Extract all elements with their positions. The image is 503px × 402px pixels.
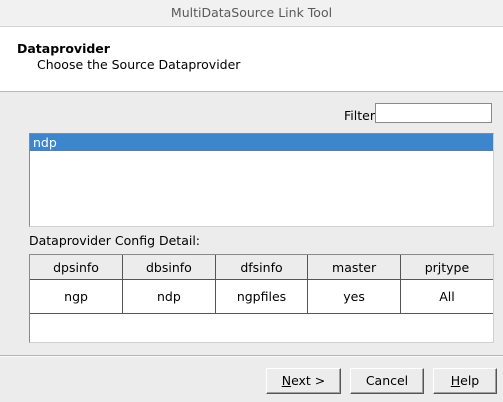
help-button[interactable]: Help: [433, 368, 497, 394]
next-button[interactable]: Next >: [266, 368, 341, 394]
help-mnemonic: H: [450, 373, 461, 388]
column-header-prjtype[interactable]: prjtype: [400, 255, 493, 280]
column-header-master[interactable]: master: [307, 255, 401, 280]
cell-master: yes: [307, 279, 401, 314]
config-detail-table: dpsinfo dbsinfo dfsinfo master prjtype n…: [29, 254, 494, 343]
dataprovider-list[interactable]: ndp: [29, 133, 494, 227]
list-item-ndp[interactable]: ndp: [30, 134, 493, 151]
column-header-dfsinfo[interactable]: dfsinfo: [215, 255, 309, 280]
button-bar-divider: [0, 355, 503, 357]
table-header-row: dpsinfo dbsinfo dfsinfo master prjtype: [30, 255, 493, 280]
column-header-dbsinfo[interactable]: dbsinfo: [122, 255, 216, 280]
next-mnemonic: N: [281, 373, 292, 388]
wizard-header: Dataprovider Choose the Source Dataprovi…: [0, 27, 503, 92]
help-label: elp: [460, 373, 480, 388]
cell-prjtype: All: [400, 279, 493, 314]
filter-label: Filter:: [344, 108, 379, 123]
cell-dbsinfo: ndp: [122, 279, 216, 314]
cell-dfsinfo: ngpfiles: [215, 279, 309, 314]
table-row[interactable]: ngp ndp ngpfiles yes All: [30, 279, 493, 314]
cancel-button[interactable]: Cancel: [350, 368, 424, 394]
cell-dpsinfo: ngp: [30, 279, 124, 314]
window-title-bar[interactable]: MultiDataSource Link Tool: [0, 0, 503, 27]
cancel-label: Cancel: [365, 373, 409, 388]
config-detail-label: Dataprovider Config Detail:: [29, 233, 201, 248]
column-header-dpsinfo[interactable]: dpsinfo: [30, 255, 124, 280]
page-title: Dataprovider: [17, 41, 110, 56]
filter-input[interactable]: [375, 103, 492, 123]
next-label: ext >: [291, 373, 326, 388]
window-title: MultiDataSource Link Tool: [170, 5, 333, 20]
page-subtitle: Choose the Source Dataprovider: [37, 57, 241, 72]
